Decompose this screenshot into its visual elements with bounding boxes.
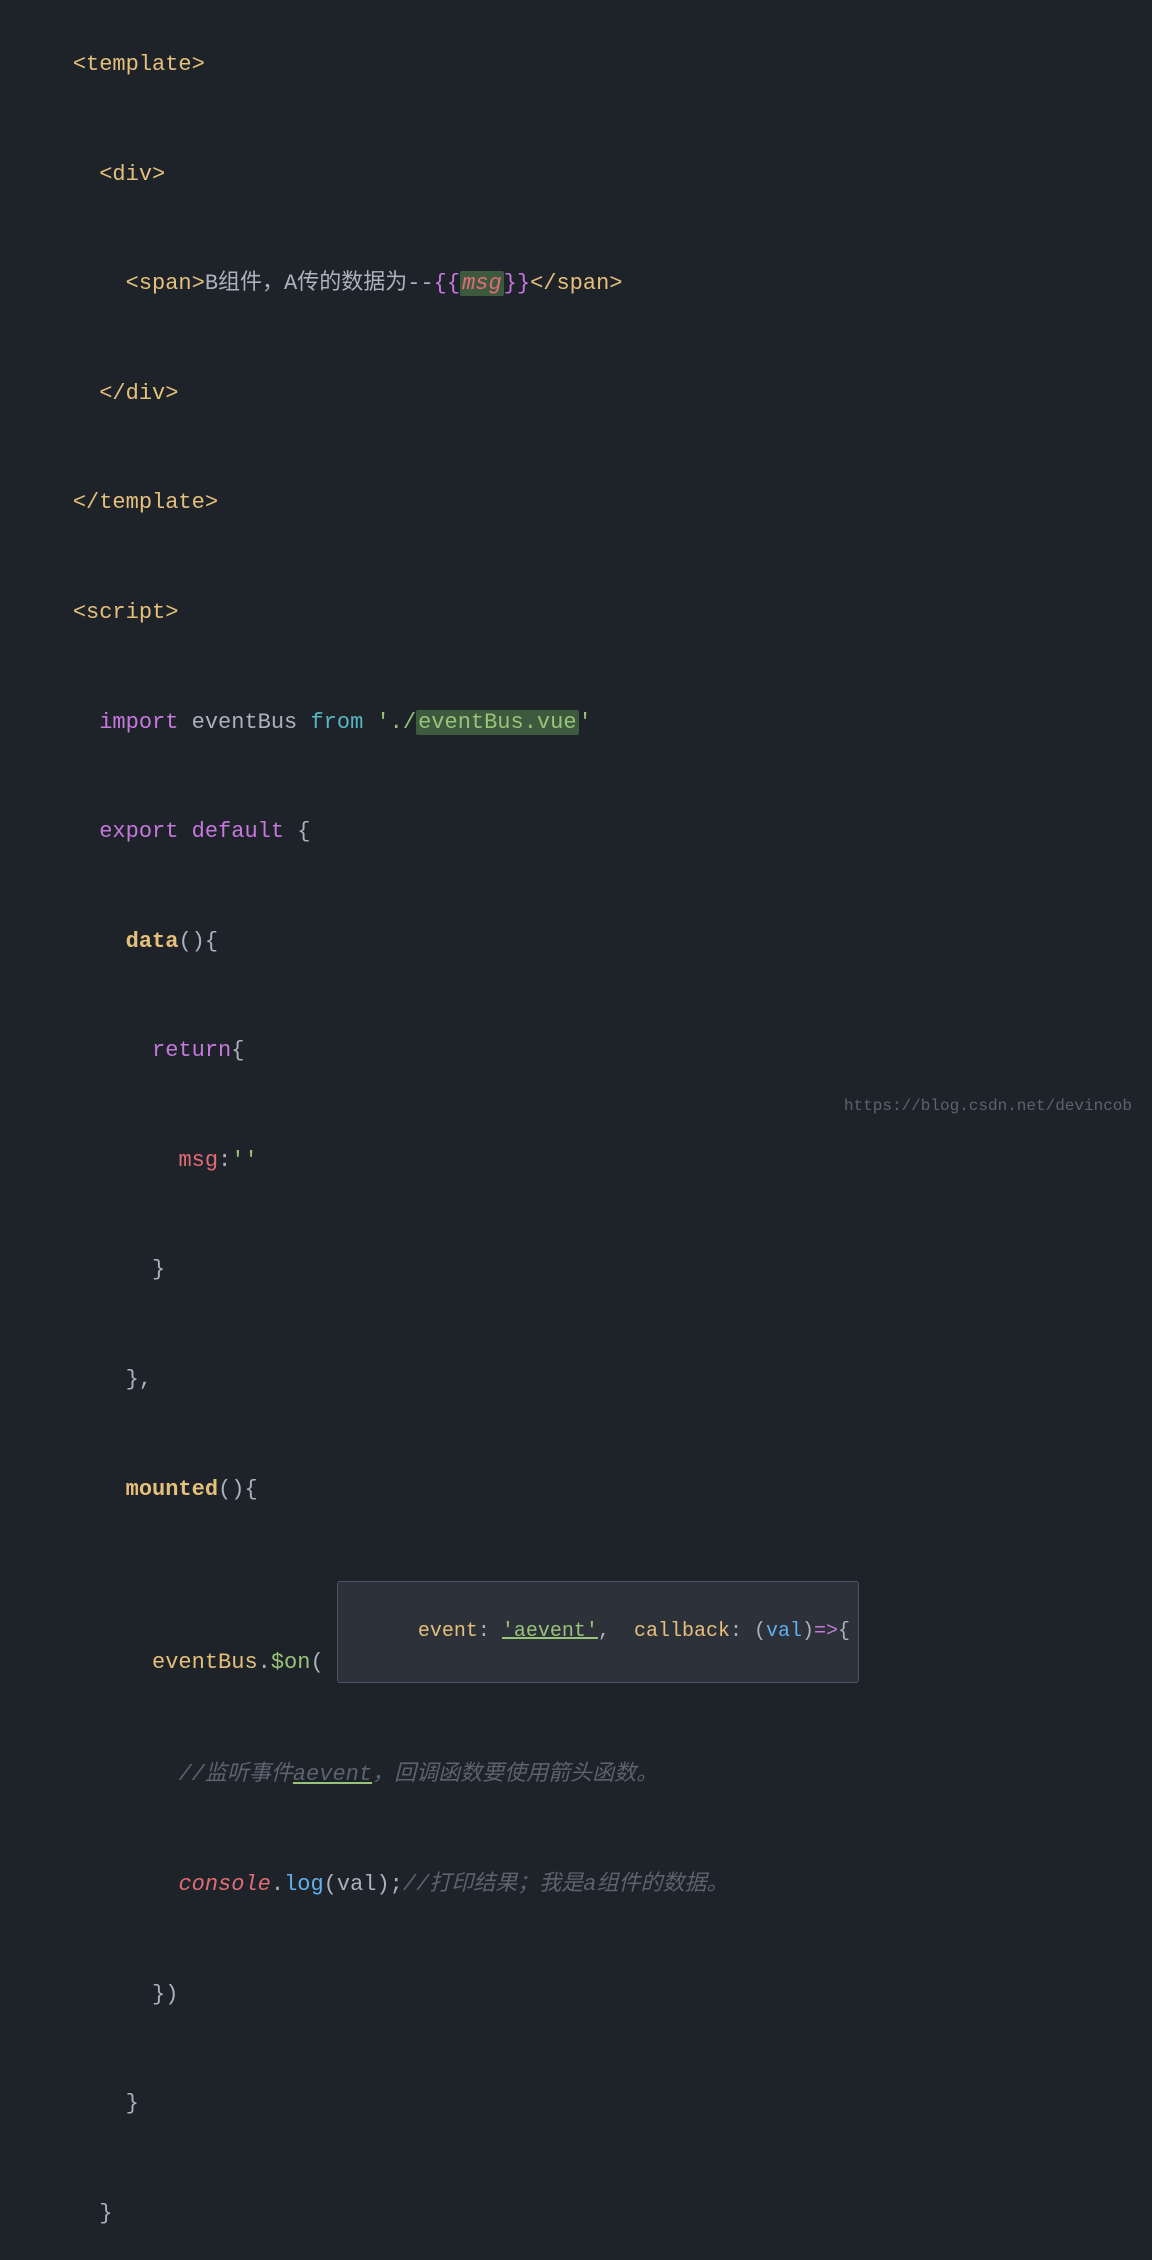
msg-var: msg: [460, 271, 504, 296]
line-close-brace-2: }: [20, 2049, 1152, 2159]
line-comment-listen: //监听事件aevent，回调函数要使用箭头函数。: [20, 1720, 1152, 1830]
line-return: return{: [20, 996, 1152, 1106]
line-export-default: export default {: [20, 777, 1152, 887]
line-import: import eventBus from './eventBus.vue': [20, 667, 1152, 777]
line-close-brace-1: }: [20, 1215, 1152, 1325]
line-msg-prop: msg:'': [20, 1106, 1152, 1216]
line-console-log: console.log(val);//打印结果；我是a组件的数据。: [20, 1830, 1152, 1940]
aevent-tooltip: 'aevent': [502, 1620, 598, 1643]
line-div-close: </div>: [20, 339, 1152, 449]
line-template-close: </template>: [20, 448, 1152, 558]
span-text: B组件，A传的数据为--: [205, 271, 434, 296]
line-template-open: <template>: [20, 10, 1152, 120]
line-div-open: <div>: [20, 120, 1152, 230]
line-close-brace-comma: },: [20, 1325, 1152, 1435]
line-close-brace-3: }: [20, 2159, 1152, 2260]
tooltip: event: 'aevent', callback: (val)=>{: [337, 1581, 859, 1683]
line-span-content: <span>B组件，A传的数据为--{{msg}}</span>: [20, 229, 1152, 339]
line-script-open: <script>: [20, 558, 1152, 668]
line-mounted: mounted(){: [20, 1434, 1152, 1544]
line-close-paren: }): [20, 1939, 1152, 2049]
module-highlight: eventBus.vue: [416, 710, 578, 735]
website-credit: https://blog.csdn.net/devincob: [844, 1094, 1132, 1120]
code-editor: <template> <div> <span>B组件，A传的数据为--{{msg…: [0, 0, 1152, 2260]
line-eventbus-on: eventBus.$on( event: 'aevent', callback:…: [20, 1544, 1152, 1720]
line-data-fn: data(){: [20, 887, 1152, 997]
